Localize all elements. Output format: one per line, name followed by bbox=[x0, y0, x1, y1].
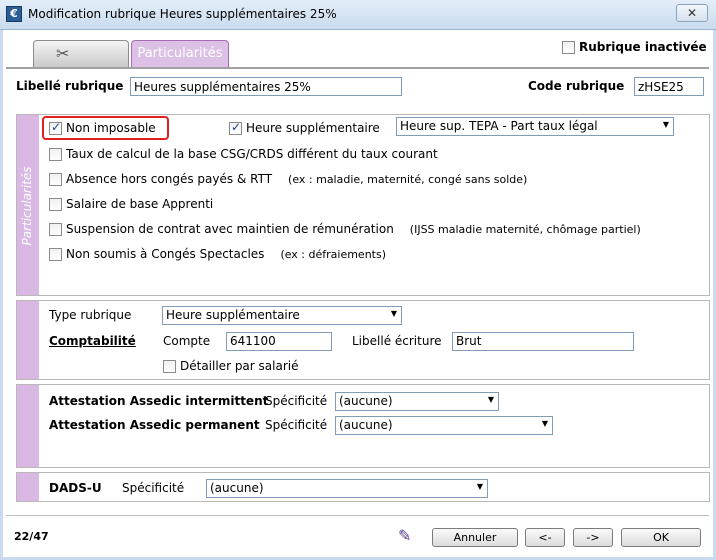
libelle-input[interactable] bbox=[130, 77, 402, 96]
suspension-checkbox[interactable] bbox=[49, 222, 62, 236]
footer-divider bbox=[6, 515, 709, 516]
absence-note: (ex : maladie, maternité, congé sans sol… bbox=[288, 172, 528, 186]
tools-icon: ✂ bbox=[56, 44, 70, 63]
suspension-label: Suspension de contrat avec maintien de r… bbox=[66, 222, 394, 236]
annuler-button[interactable]: Annuler bbox=[432, 528, 518, 547]
rubrique-inactivee-checkbox[interactable] bbox=[562, 40, 575, 54]
heure-sup-select[interactable]: Heure sup. TEPA - Part taux légal ▼ bbox=[396, 117, 674, 136]
libelle-ecriture-input[interactable]: Brut bbox=[452, 332, 634, 351]
salaire-apprenti-checkbox[interactable] bbox=[49, 197, 62, 211]
assedic-permanent-select[interactable]: (aucune) ▼ bbox=[335, 416, 553, 435]
taux-csg-label: Taux de calcul de la base CSG/CRDS diffé… bbox=[66, 147, 438, 161]
comptabilite-link[interactable]: Comptabilité bbox=[49, 334, 136, 348]
ok-button[interactable]: OK bbox=[621, 528, 701, 547]
type-rubrique-select[interactable]: Heure supplémentaire ▼ bbox=[162, 306, 402, 325]
tab-general[interactable] bbox=[33, 40, 129, 68]
close-button[interactable]: ✕ bbox=[676, 4, 708, 22]
heure-sup-row[interactable]: Heure supplémentaire bbox=[229, 120, 380, 135]
detail-row[interactable]: Détailler par salarié bbox=[163, 359, 298, 373]
conges-spectacles-label: Non soumis à Congés Spectacles bbox=[66, 247, 265, 261]
chevron-down-icon: ▼ bbox=[476, 482, 483, 491]
taux-csg-checkbox[interactable] bbox=[49, 147, 62, 161]
assedic-permanent-spec-label: Spécificité bbox=[265, 418, 328, 432]
prev-button[interactable]: <- bbox=[525, 528, 565, 547]
compte-label: Compte bbox=[163, 334, 211, 348]
non-imposable-label: Non imposable bbox=[66, 121, 156, 135]
code-label: Code rubrique bbox=[528, 79, 625, 93]
type-rubrique-label: Type rubrique bbox=[49, 308, 132, 322]
next-button[interactable]: -> bbox=[573, 528, 613, 547]
dads-spec-label: Spécificité bbox=[122, 481, 185, 495]
salaire-apprenti-row[interactable]: Salaire de base Apprenti bbox=[49, 197, 213, 211]
suspension-row[interactable]: Suspension de contrat avec maintien de r… bbox=[49, 222, 641, 236]
taux-csg-row[interactable]: Taux de calcul de la base CSG/CRDS diffé… bbox=[49, 147, 438, 161]
heure-sup-checkbox[interactable] bbox=[229, 120, 242, 135]
dads-label: DADS-U bbox=[49, 481, 102, 495]
rubrique-inactivee-label: Rubrique inactivée bbox=[579, 40, 707, 54]
code-input[interactable] bbox=[634, 77, 704, 96]
chevron-down-icon: ▼ bbox=[390, 309, 397, 318]
assedic-intermittent-label: Attestation Assedic intermittent bbox=[49, 394, 269, 408]
detail-label: Détailler par salarié bbox=[180, 359, 299, 373]
detail-checkbox[interactable] bbox=[163, 359, 176, 373]
window-title: Modification rubrique Heures supplémenta… bbox=[28, 7, 337, 21]
chevron-down-icon: ▼ bbox=[487, 395, 494, 404]
page-counter: 22/47 bbox=[14, 530, 49, 543]
non-imposable-checkbox[interactable] bbox=[49, 120, 62, 135]
conges-spectacles-note: (ex : défraiements) bbox=[280, 247, 387, 261]
salaire-apprenti-label: Salaire de base Apprenti bbox=[66, 197, 214, 211]
tab-particularites[interactable]: Particularités bbox=[131, 40, 229, 68]
dads-select[interactable]: (aucune) ▼ bbox=[206, 479, 488, 498]
libelle-label: Libellé rubrique bbox=[16, 79, 124, 93]
rubrique-inactivee-row[interactable]: Rubrique inactivée bbox=[562, 40, 707, 54]
non-imposable-row[interactable]: Non imposable bbox=[49, 120, 156, 135]
tab-divider bbox=[6, 67, 709, 69]
assedic-permanent-label: Attestation Assedic permanent bbox=[49, 418, 260, 432]
heure-sup-label: Heure supplémentaire bbox=[246, 121, 380, 135]
chevron-down-icon: ▼ bbox=[662, 120, 669, 129]
absence-row[interactable]: Absence hors congés payés & RTT (ex : ma… bbox=[49, 172, 527, 186]
compte-input[interactable]: 641100 bbox=[226, 332, 332, 351]
libelle-ecriture-label: Libellé écriture bbox=[352, 334, 442, 348]
pencil-icon[interactable]: ✎ bbox=[398, 526, 418, 546]
absence-checkbox[interactable] bbox=[49, 172, 62, 186]
app-icon: € bbox=[6, 6, 22, 22]
assedic-intermittent-spec-label: Spécificité bbox=[265, 394, 328, 408]
chevron-down-icon: ▼ bbox=[541, 419, 548, 428]
absence-label: Absence hors congés payés & RTT bbox=[66, 172, 273, 186]
conges-spectacles-row[interactable]: Non soumis à Congés Spectacles (ex : déf… bbox=[49, 247, 386, 261]
conges-spectacles-checkbox[interactable] bbox=[49, 247, 62, 261]
suspension-note: (IJSS maladie maternité, chômage partiel… bbox=[409, 222, 641, 236]
assedic-intermittent-select[interactable]: (aucune) ▼ bbox=[335, 392, 499, 411]
particularites-title: Particularités bbox=[20, 166, 34, 246]
